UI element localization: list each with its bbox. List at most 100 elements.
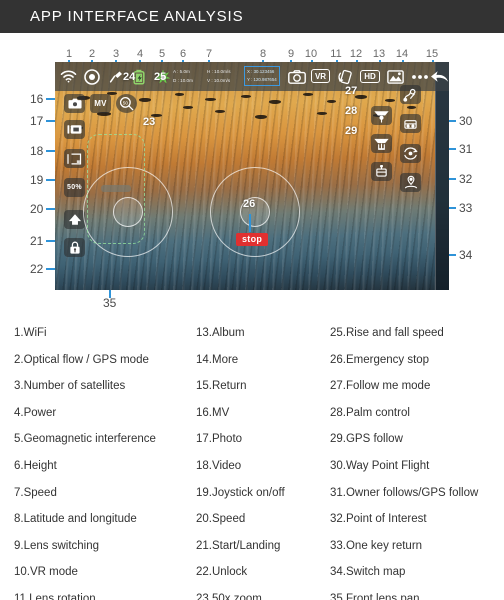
legend-item: 10.VR mode bbox=[14, 566, 78, 579]
callout-22: 22 bbox=[30, 262, 44, 276]
callout-1: 1 bbox=[65, 48, 73, 60]
callout-18: 18 bbox=[30, 144, 44, 158]
callout-24-inimage: 24 bbox=[123, 71, 136, 83]
callout-19: 19 bbox=[30, 173, 44, 187]
telemetry-speed-readout: H : 10.0m/s V : 10.0m/s bbox=[207, 67, 231, 85]
callout-7: 7 bbox=[205, 48, 213, 60]
video-button[interactable] bbox=[64, 120, 85, 139]
legend-item: 23.50x zoom bbox=[196, 592, 262, 600]
legend-item: 14.More bbox=[196, 353, 239, 366]
boat-marker bbox=[255, 115, 267, 119]
boat-marker bbox=[215, 110, 225, 113]
legend-item: 30.Way Point Flight bbox=[330, 459, 430, 472]
mv-label: MV bbox=[94, 99, 107, 108]
boat-marker bbox=[139, 98, 151, 102]
page-header: APP INTERFACE ANALYSIS bbox=[0, 0, 504, 33]
hd-label: HD bbox=[364, 72, 376, 81]
callout-28-inimage: 28 bbox=[345, 105, 358, 117]
legend-column-1: 1.WiFi 2.Optical flow / GPS mode 3.Numbe… bbox=[14, 320, 194, 600]
hd-icon[interactable]: HD bbox=[360, 70, 380, 83]
leader-line-26 bbox=[249, 214, 251, 232]
callout-5: 5 bbox=[158, 48, 166, 60]
callout-16: 16 bbox=[30, 92, 44, 106]
callout-32: 32 bbox=[459, 172, 473, 186]
boat-marker bbox=[303, 93, 313, 96]
callout-10: 10 bbox=[304, 48, 318, 60]
callout-20: 20 bbox=[30, 202, 44, 216]
legend-item: 15.Return bbox=[196, 380, 247, 393]
album-icon[interactable] bbox=[386, 67, 405, 86]
more-icon[interactable] bbox=[410, 67, 429, 86]
legend-item: 35.Front lens pan bbox=[330, 592, 420, 600]
legend-item: 31.Owner follows/GPS follow bbox=[330, 486, 479, 499]
legend-item: 18.Video bbox=[196, 459, 242, 472]
camera-icon[interactable] bbox=[287, 67, 306, 86]
callout-9: 9 bbox=[287, 48, 295, 60]
speed-label: 50% bbox=[67, 184, 82, 191]
callout-13: 13 bbox=[372, 48, 386, 60]
palm-control-button[interactable] bbox=[371, 134, 392, 153]
joystick-toggle-button[interactable] bbox=[64, 149, 85, 168]
legend-item: 27.Follow me mode bbox=[330, 380, 431, 393]
wifi-icon[interactable] bbox=[59, 67, 78, 86]
callout-25-inimage: 25 bbox=[154, 71, 167, 83]
legend-item: 13.Album bbox=[196, 327, 245, 339]
gps-coordinates-box: X : 30.123456 Y : 120.987654 bbox=[244, 66, 280, 86]
legend-item: 3.Number of satellites bbox=[14, 380, 126, 393]
legend-item: 1.WiFi bbox=[14, 327, 47, 339]
unlock-button[interactable] bbox=[64, 238, 85, 257]
legend-item: 28.Palm control bbox=[330, 406, 410, 419]
callout-3: 3 bbox=[112, 48, 120, 60]
optical-flow-gps-icon[interactable] bbox=[82, 67, 101, 86]
boat-marker bbox=[269, 100, 281, 104]
gps-follow-button[interactable] bbox=[371, 162, 392, 181]
callout-15: 15 bbox=[425, 48, 439, 60]
switch-map-strip[interactable] bbox=[435, 62, 449, 290]
legend-item: 19.Joystick on/off bbox=[196, 486, 285, 499]
photo-button[interactable] bbox=[64, 94, 85, 113]
legend-item: 9.Lens switching bbox=[14, 539, 100, 552]
callout-26-inimage: 26 bbox=[243, 198, 256, 210]
legend-item: 16.MV bbox=[196, 406, 230, 419]
return-icon[interactable] bbox=[430, 67, 449, 86]
boat-marker bbox=[407, 106, 416, 109]
emergency-stop-button[interactable]: stop bbox=[236, 233, 269, 246]
telemetry-vertical-speed: V : 10.0m/s bbox=[207, 78, 231, 83]
pan-tilt-slider-handle[interactable] bbox=[101, 185, 131, 192]
owner-follows-gps-follow-button[interactable] bbox=[400, 114, 421, 133]
gps-latitude: X : 30.123456 bbox=[247, 69, 275, 74]
mv-button[interactable]: MV bbox=[90, 94, 111, 113]
vr-icon[interactable]: VR bbox=[311, 69, 330, 83]
app-toolbar: A : 5.0m D : 10.0m H : 10.0m/s V : 10.0m… bbox=[55, 62, 449, 91]
follow-me-button[interactable] bbox=[371, 106, 392, 125]
callout-21: 21 bbox=[30, 234, 44, 248]
legend-item: 21.Start/Landing bbox=[196, 539, 281, 552]
legend-item: 29.GPS follow bbox=[330, 433, 403, 446]
point-of-interest-button[interactable] bbox=[400, 144, 421, 163]
lens-rotation-icon[interactable] bbox=[336, 67, 355, 86]
callout-29-inimage: 29 bbox=[345, 125, 358, 137]
legend-column-3: 25.Rise and fall speed 26.Emergency stop… bbox=[330, 320, 504, 600]
way-point-flight-button[interactable] bbox=[400, 85, 421, 104]
legend-item: 33.One key return bbox=[330, 539, 423, 552]
callout-30: 30 bbox=[459, 114, 473, 128]
telemetry-readout: A : 5.0m D : 10.0m bbox=[173, 67, 193, 85]
svg-text:50: 50 bbox=[123, 100, 129, 105]
callout-31: 31 bbox=[459, 142, 473, 156]
callout-11: 11 bbox=[330, 48, 342, 60]
boat-marker bbox=[175, 93, 184, 96]
zoom-50x-button[interactable]: 50 bbox=[116, 94, 137, 113]
legend-item: 34.Switch map bbox=[330, 566, 406, 579]
speed-button[interactable]: 50% bbox=[64, 178, 85, 197]
one-key-return-button[interactable] bbox=[400, 173, 421, 192]
callout-17: 17 bbox=[30, 114, 44, 128]
page-root: APP INTERFACE ANALYSIS 1 2 3 4 5 6 7 8 9… bbox=[0, 0, 504, 600]
legend-item: 2.Optical flow / GPS mode bbox=[14, 353, 149, 366]
app-screenshot: A : 5.0m D : 10.0m H : 10.0m/s V : 10.0m… bbox=[55, 62, 449, 290]
legend-item: 7.Speed bbox=[14, 486, 57, 499]
legend-item: 17.Photo bbox=[196, 433, 243, 446]
start-landing-button[interactable] bbox=[64, 210, 85, 229]
boat-marker bbox=[317, 112, 327, 115]
callout-33: 33 bbox=[459, 201, 473, 215]
telemetry-altitude: A : 5.0m bbox=[173, 69, 190, 74]
